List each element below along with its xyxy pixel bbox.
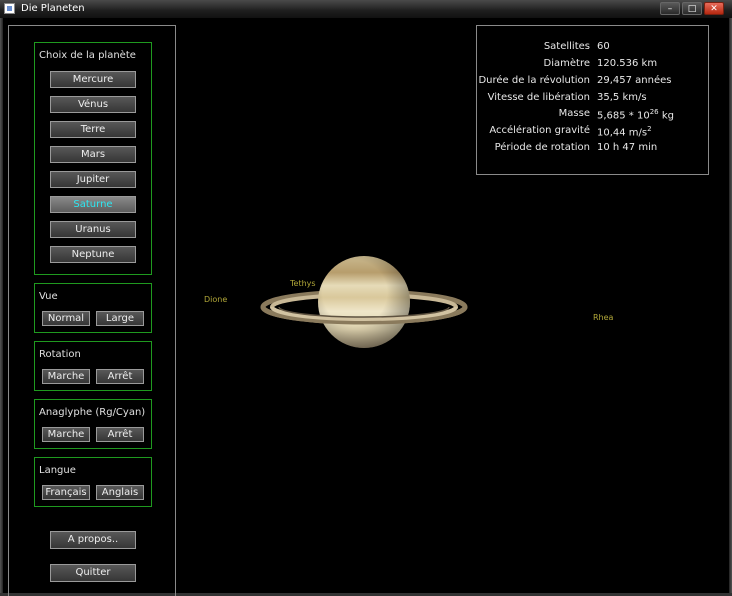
gravity-value: 10,44 m/s2 [597, 125, 652, 138]
revolution-value: 29,457 années [597, 75, 672, 86]
mass-base: 5,685 * 10 [597, 110, 650, 122]
control-panel: Choix de la planète Mercure Vénus Terre … [8, 25, 176, 596]
anaglyph-off-button[interactable]: Arrêt [96, 427, 144, 442]
moon-label-tethys: Tethys [290, 279, 316, 288]
window-frame-left [0, 18, 3, 596]
rotation-label: Rotation [39, 349, 81, 360]
escape-velocity-label: Vitesse de libération [487, 92, 590, 103]
mass-value: 5,685 * 1026 kg [597, 108, 674, 121]
planet-button-uranus[interactable]: Uranus [50, 221, 136, 238]
window-controls: – □ ✕ [660, 2, 724, 15]
minimize-icon[interactable]: – [660, 2, 680, 15]
planet-info-panel: Satellites 60 Diamètre 120.536 km Durée … [476, 25, 709, 175]
escape-velocity-value: 35,5 km/s [597, 92, 647, 103]
mass-label: Masse [558, 108, 590, 119]
app-icon [4, 3, 15, 14]
rotation-period-label: Période de rotation [494, 142, 590, 153]
diameter-label: Diamètre [543, 58, 590, 69]
planet-button-mars[interactable]: Mars [50, 146, 136, 163]
rotation-period-value: 10 h 47 min [597, 142, 658, 153]
window-title: Die Planeten [21, 3, 85, 14]
info-row-revolution: Durée de la révolution 29,457 années [477, 75, 710, 89]
rotation-off-button[interactable]: Arrêt [96, 369, 144, 384]
rotation-on-button[interactable]: Marche [42, 369, 90, 384]
planet-button-neptune[interactable]: Neptune [50, 246, 136, 263]
gravity-base: 10,44 m/s [597, 127, 648, 139]
quit-button[interactable]: Quitter [50, 564, 136, 582]
maximize-icon[interactable]: □ [682, 2, 702, 15]
title-bar: Die Planeten – □ ✕ [0, 0, 732, 19]
saturn-planet-image [260, 256, 468, 348]
satellites-value: 60 [597, 41, 610, 52]
gravity-exponent: 2 [647, 125, 652, 133]
planet-button-mercure[interactable]: Mercure [50, 71, 136, 88]
mass-unit: kg [661, 110, 674, 122]
satellites-label: Satellites [543, 41, 590, 52]
planet-button-saturne[interactable]: Saturne [50, 196, 136, 213]
language-french-button[interactable]: Français [42, 485, 90, 500]
close-icon[interactable]: ✕ [704, 2, 724, 15]
about-button[interactable]: A propos.. [50, 531, 136, 549]
moon-label-rhea: Rhea [593, 313, 614, 322]
gravity-label: Accélération gravité [489, 125, 590, 136]
rotation-group: Rotation Marche Arrêt [34, 341, 152, 391]
info-row-mass: Masse 5,685 * 1026 kg [477, 108, 710, 122]
view-label: Vue [39, 291, 58, 302]
info-row-diameter: Diamètre 120.536 km [477, 58, 710, 72]
info-row-escape-velocity: Vitesse de libération 35,5 km/s [477, 92, 710, 106]
language-english-button[interactable]: Anglais [96, 485, 144, 500]
planet-choice-label: Choix de la planète [39, 50, 136, 61]
language-label: Langue [39, 465, 76, 476]
planet-button-terre[interactable]: Terre [50, 121, 136, 138]
info-row-gravity: Accélération gravité 10,44 m/s2 [477, 125, 710, 139]
revolution-label: Durée de la révolution [478, 75, 590, 86]
diameter-value: 120.536 km [597, 58, 658, 69]
view-group: Vue Normal Large [34, 283, 152, 333]
moon-label-dione: Dione [204, 295, 228, 304]
anaglyph-on-button[interactable]: Marche [42, 427, 90, 442]
info-row-satellites: Satellites 60 [477, 41, 710, 55]
language-group: Langue Français Anglais [34, 457, 152, 507]
planet-button-venus[interactable]: Vénus [50, 96, 136, 113]
info-row-rotation-period: Période de rotation 10 h 47 min [477, 142, 710, 156]
mass-exponent: 26 [649, 108, 659, 116]
planet-choice-group: Choix de la planète Mercure Vénus Terre … [34, 42, 152, 275]
view-normal-button[interactable]: Normal [42, 311, 90, 326]
planet-button-jupiter[interactable]: Jupiter [50, 171, 136, 188]
anaglyph-group: Anaglyphe (Rg/Cyan) Marche Arrêt [34, 399, 152, 449]
view-large-button[interactable]: Large [96, 311, 144, 326]
anaglyph-label: Anaglyphe (Rg/Cyan) [39, 407, 146, 418]
